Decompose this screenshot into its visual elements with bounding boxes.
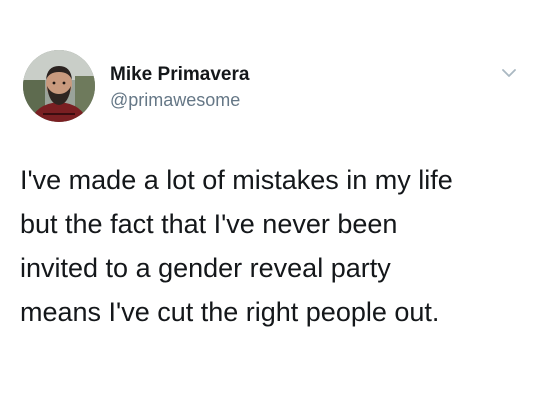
avatar[interactable] (23, 50, 95, 122)
author-display-name[interactable]: Mike Primavera (110, 64, 249, 86)
tweet-text-line: means I've cut the right people out. (20, 297, 440, 327)
avatar-photo-icon (23, 50, 95, 122)
tweet-text: I've made a lot of mistakes in my life b… (20, 158, 530, 334)
tweet-text-line: I've made a lot of mistakes in my life (20, 165, 453, 195)
chevron-down-icon (502, 69, 516, 77)
author-handle[interactable]: @primawesome (110, 90, 240, 111)
tweet-text-line: invited to a gender reveal party (20, 253, 391, 283)
tweet-card: Mike Primavera @primawesome I've made a … (0, 0, 540, 413)
tweet-text-line: but the fact that I've never been (20, 209, 398, 239)
tweet-menu-button[interactable] (500, 64, 518, 82)
